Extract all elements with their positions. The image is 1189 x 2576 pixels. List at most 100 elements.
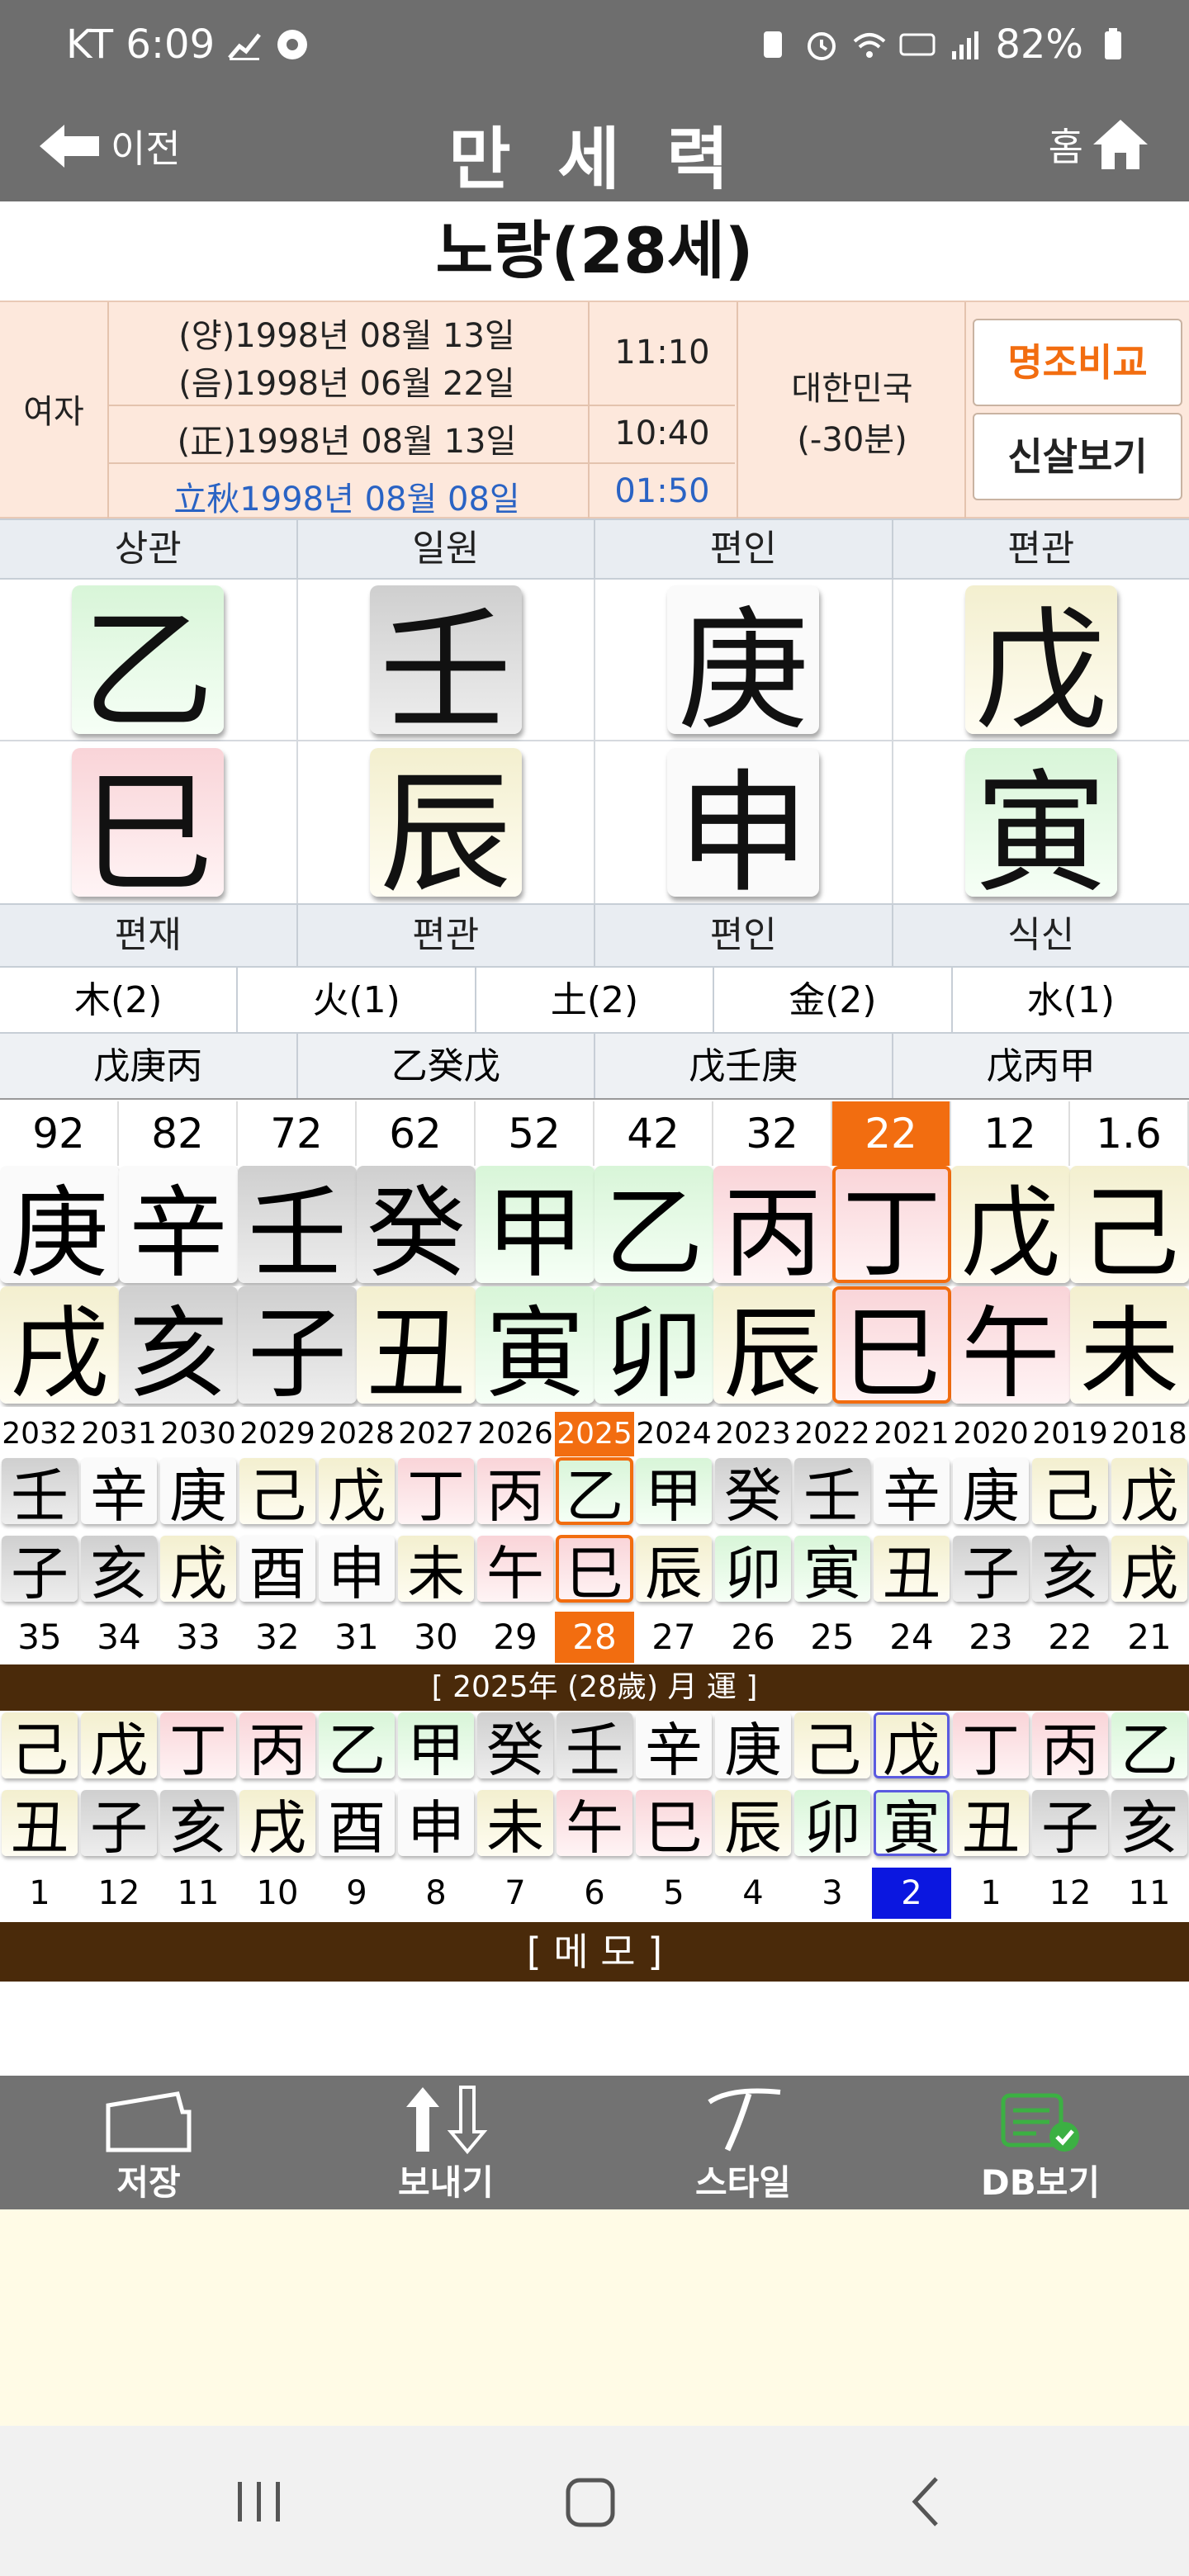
daeun-stem-tile[interactable]: 丁: [832, 1166, 951, 1286]
wolun-branch-tile[interactable]: 酉: [319, 1790, 395, 1862]
daeun-age[interactable]: 62: [357, 1101, 476, 1166]
wolun-branch-tile[interactable]: 子: [1032, 1790, 1108, 1862]
style-button[interactable]: 스타일: [594, 2076, 892, 2209]
daeun-branch-tile[interactable]: 未: [1070, 1286, 1189, 1407]
daeun-stem-tile[interactable]: 甲: [476, 1166, 594, 1286]
heavenly-stem-tile[interactable]: 乙: [72, 585, 225, 748]
seun-stem-tile[interactable]: 庚: [953, 1458, 1029, 1530]
daeun-branch-tile[interactable]: 巳: [832, 1286, 951, 1407]
wolun-stem-tile[interactable]: 庚: [715, 1712, 791, 1784]
daeun-age[interactable]: 22: [832, 1101, 951, 1166]
seun-branch-tile[interactable]: 巳: [556, 1535, 633, 1608]
wolun-month[interactable]: 10: [238, 1868, 317, 1919]
seun-branch-tile[interactable]: 申: [319, 1536, 395, 1608]
seun-branch-tile[interactable]: 丑: [874, 1536, 950, 1608]
heavenly-stem-tile[interactable]: 戊: [964, 585, 1117, 748]
db-view-button[interactable]: DB보기: [892, 2076, 1189, 2209]
wolun-stem-tile[interactable]: 丁: [953, 1712, 1029, 1784]
save-button[interactable]: 저장: [0, 2076, 297, 2209]
wolun-month[interactable]: 12: [1030, 1868, 1110, 1919]
seun-stem-tile[interactable]: 壬: [794, 1458, 870, 1530]
wolun-month[interactable]: 3: [793, 1868, 872, 1919]
daeun-age[interactable]: 82: [119, 1101, 238, 1166]
seun-stem-tile[interactable]: 己: [239, 1458, 315, 1530]
wolun-branch-tile[interactable]: 午: [557, 1790, 632, 1862]
wolun-month[interactable]: 8: [396, 1868, 476, 1919]
wolun-stem-tile[interactable]: 辛: [636, 1712, 712, 1784]
daeun-age[interactable]: 72: [238, 1101, 357, 1166]
seun-stem-tile[interactable]: 壬: [2, 1458, 78, 1530]
wolun-branch-tile[interactable]: 丑: [2, 1790, 78, 1862]
wolun-stem-tile[interactable]: 丙: [239, 1712, 315, 1784]
daeun-stem-tile[interactable]: 丙: [713, 1166, 832, 1286]
wolun-branch-tile[interactable]: 亥: [160, 1790, 236, 1862]
wolun-branch-tile[interactable]: 戌: [239, 1790, 315, 1862]
daeun-branch-tile[interactable]: 子: [238, 1286, 357, 1407]
home-nav-icon[interactable]: [565, 2475, 618, 2528]
wolun-branch-tile[interactable]: 丑: [953, 1790, 1029, 1862]
heavenly-stem-tile[interactable]: 庚: [667, 585, 820, 748]
seun-stem-tile[interactable]: 戊: [1111, 1458, 1187, 1530]
daeun-branch-tile[interactable]: 戌: [0, 1286, 119, 1407]
daeun-branch-tile[interactable]: 午: [951, 1286, 1070, 1407]
wolun-stem-tile[interactable]: 甲: [398, 1712, 474, 1784]
daeun-branch-tile[interactable]: 寅: [476, 1286, 594, 1407]
wolun-month[interactable]: 1: [951, 1868, 1030, 1919]
seun-branch-tile[interactable]: 戌: [160, 1536, 236, 1608]
daeun-age[interactable]: 32: [713, 1101, 832, 1166]
wolun-month[interactable]: 9: [317, 1868, 396, 1919]
wolun-branch-tile[interactable]: 申: [398, 1790, 474, 1862]
wolun-branch-tile[interactable]: 巳: [636, 1790, 712, 1862]
compare-button[interactable]: 명조비교: [973, 319, 1182, 406]
earthly-branch-tile[interactable]: 寅: [964, 748, 1117, 911]
wolun-stem-tile[interactable]: 丙: [1032, 1712, 1108, 1784]
daeun-branch-tile[interactable]: 亥: [119, 1286, 238, 1407]
wolun-month[interactable]: 12: [79, 1868, 159, 1919]
memo-button[interactable]: [ 메 모 ]: [0, 1922, 1189, 1982]
daeun-age[interactable]: 12: [951, 1101, 1070, 1166]
sinsal-button[interactable]: 신살보기: [973, 413, 1182, 500]
seun-stem-tile[interactable]: 戊: [319, 1458, 395, 1530]
seun-branch-tile[interactable]: 卯: [715, 1536, 791, 1608]
wolun-month[interactable]: 6: [555, 1868, 634, 1919]
seun-branch-tile[interactable]: 亥: [81, 1536, 157, 1608]
seun-stem-tile[interactable]: 癸: [715, 1458, 791, 1530]
seun-branch-tile[interactable]: 戌: [1111, 1536, 1187, 1608]
seun-branch-tile[interactable]: 未: [398, 1536, 474, 1608]
seun-branch-tile[interactable]: 子: [953, 1536, 1029, 1608]
wolun-month[interactable]: 4: [713, 1868, 793, 1919]
wolun-stem-tile[interactable]: 丁: [160, 1712, 236, 1784]
daeun-stem-tile[interactable]: 己: [1070, 1166, 1189, 1286]
wolun-stem-tile[interactable]: 戊: [874, 1712, 950, 1784]
wolun-stem-tile[interactable]: 戊: [81, 1712, 157, 1784]
daeun-age[interactable]: 42: [594, 1101, 713, 1166]
seun-stem-tile[interactable]: 辛: [874, 1458, 950, 1530]
wolun-branch-tile[interactable]: 子: [81, 1790, 157, 1862]
wolun-month[interactable]: 5: [634, 1868, 713, 1919]
wolun-month[interactable]: 11: [159, 1868, 238, 1919]
daeun-branch-tile[interactable]: 丑: [357, 1286, 476, 1407]
seun-stem-tile[interactable]: 庚: [160, 1458, 236, 1530]
wolun-stem-tile[interactable]: 癸: [477, 1712, 553, 1784]
seun-stem-tile[interactable]: 丙: [477, 1458, 553, 1530]
wolun-stem-tile[interactable]: 壬: [557, 1712, 632, 1784]
seun-stem-tile[interactable]: 丁: [398, 1458, 474, 1530]
wolun-month[interactable]: 11: [1110, 1868, 1189, 1919]
wolun-month[interactable]: 2: [872, 1868, 951, 1919]
daeun-stem-tile[interactable]: 癸: [357, 1166, 476, 1286]
daeun-age[interactable]: 52: [476, 1101, 594, 1166]
daeun-stem-tile[interactable]: 壬: [238, 1166, 357, 1286]
seun-branch-tile[interactable]: 寅: [794, 1536, 870, 1608]
earthly-branch-tile[interactable]: 巳: [72, 748, 225, 911]
wolun-branch-tile[interactable]: 辰: [715, 1790, 791, 1862]
seun-branch-tile[interactable]: 午: [477, 1536, 553, 1608]
wolun-stem-tile[interactable]: 己: [2, 1712, 78, 1784]
seun-branch-tile[interactable]: 亥: [1032, 1536, 1108, 1608]
recent-apps-icon[interactable]: [233, 2475, 286, 2528]
seun-stem-tile[interactable]: 乙: [556, 1457, 633, 1530]
wolun-stem-tile[interactable]: 乙: [1111, 1712, 1187, 1784]
seun-branch-tile[interactable]: 酉: [239, 1536, 315, 1608]
heavenly-stem-tile[interactable]: 壬: [369, 585, 522, 748]
daeun-branch-tile[interactable]: 辰: [713, 1286, 832, 1407]
daeun-stem-tile[interactable]: 庚: [0, 1166, 119, 1286]
